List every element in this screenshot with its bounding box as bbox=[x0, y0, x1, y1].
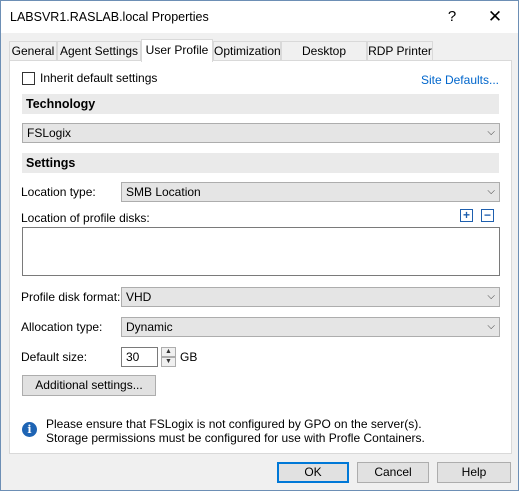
close-icon[interactable]: ✕ bbox=[483, 6, 507, 28]
location-type-select[interactable]: SMB Location ⌵ bbox=[121, 182, 500, 202]
user-profile-panel: Inherit default settings Site Defaults..… bbox=[9, 60, 512, 454]
chevron-down-icon: ⌵ bbox=[487, 186, 495, 197]
technology-value: FSLogix bbox=[27, 126, 72, 140]
inherit-default-checkbox[interactable] bbox=[22, 72, 35, 85]
add-location-button[interactable]: + bbox=[460, 209, 473, 222]
disk-format-value: VHD bbox=[126, 290, 152, 304]
disk-format-label: Profile disk format: bbox=[21, 290, 121, 304]
tab-user-profile[interactable]: User Profile bbox=[141, 39, 213, 62]
inherit-default-label: Inherit default settings bbox=[40, 71, 158, 85]
spin-down-icon[interactable]: ▼ bbox=[161, 357, 176, 367]
tab-desktop-access[interactable]: Desktop Access bbox=[281, 41, 367, 76]
technology-select[interactable]: FSLogix ⌵ bbox=[22, 123, 500, 143]
profile-disks-list[interactable] bbox=[22, 227, 500, 276]
tab-general[interactable]: General bbox=[9, 41, 57, 61]
chevron-down-icon: ⌵ bbox=[487, 127, 495, 138]
info-message: Please ensure that FSLogix is not config… bbox=[46, 417, 425, 445]
cancel-button[interactable]: Cancel bbox=[357, 462, 429, 483]
additional-settings-button[interactable]: Additional settings... bbox=[22, 375, 156, 396]
properties-dialog: LABSVR1.RASLAB.local Properties ? ✕ Gene… bbox=[0, 0, 519, 491]
tab-rdp-printer[interactable]: RDP Printer bbox=[367, 41, 433, 61]
default-size-spinner[interactable]: ▲ ▼ bbox=[161, 347, 176, 367]
default-size-input[interactable]: 30 bbox=[121, 347, 158, 367]
site-defaults-link[interactable]: Site Defaults... bbox=[421, 73, 499, 87]
window-title: LABSVR1.RASLAB.local Properties bbox=[10, 10, 209, 24]
chevron-down-icon: ⌵ bbox=[487, 291, 495, 302]
info-icon: i bbox=[22, 422, 37, 437]
allocation-value: Dynamic bbox=[126, 320, 173, 334]
allocation-label: Allocation type: bbox=[21, 320, 103, 334]
default-size-label: Default size: bbox=[21, 350, 88, 364]
disk-format-select[interactable]: VHD ⌵ bbox=[121, 287, 500, 307]
help-button[interactable]: Help bbox=[437, 462, 511, 483]
tab-agent-settings[interactable]: Agent Settings bbox=[57, 41, 141, 61]
chevron-down-icon: ⌵ bbox=[487, 321, 495, 332]
settings-header: Settings bbox=[22, 153, 499, 173]
remove-location-button[interactable]: − bbox=[481, 209, 494, 222]
default-size-unit: GB bbox=[180, 350, 198, 364]
location-type-value: SMB Location bbox=[126, 185, 201, 199]
tab-optimization[interactable]: Optimization bbox=[213, 41, 281, 61]
title-bar: LABSVR1.RASLAB.local Properties ? ✕ bbox=[1, 1, 518, 33]
location-disks-label: Location of profile disks: bbox=[21, 211, 150, 225]
technology-header: Technology bbox=[22, 94, 499, 114]
info-line-1: Please ensure that FSLogix is not config… bbox=[46, 417, 422, 431]
spin-up-icon[interactable]: ▲ bbox=[161, 347, 176, 357]
allocation-select[interactable]: Dynamic ⌵ bbox=[121, 317, 500, 337]
info-line-2: Storage permissions must be configured f… bbox=[46, 431, 425, 445]
location-type-label: Location type: bbox=[21, 185, 96, 199]
ok-button[interactable]: OK bbox=[277, 462, 349, 483]
tab-strip: General Agent Settings User Profile Opti… bbox=[9, 39, 512, 76]
help-title-button[interactable]: ? bbox=[441, 6, 463, 28]
